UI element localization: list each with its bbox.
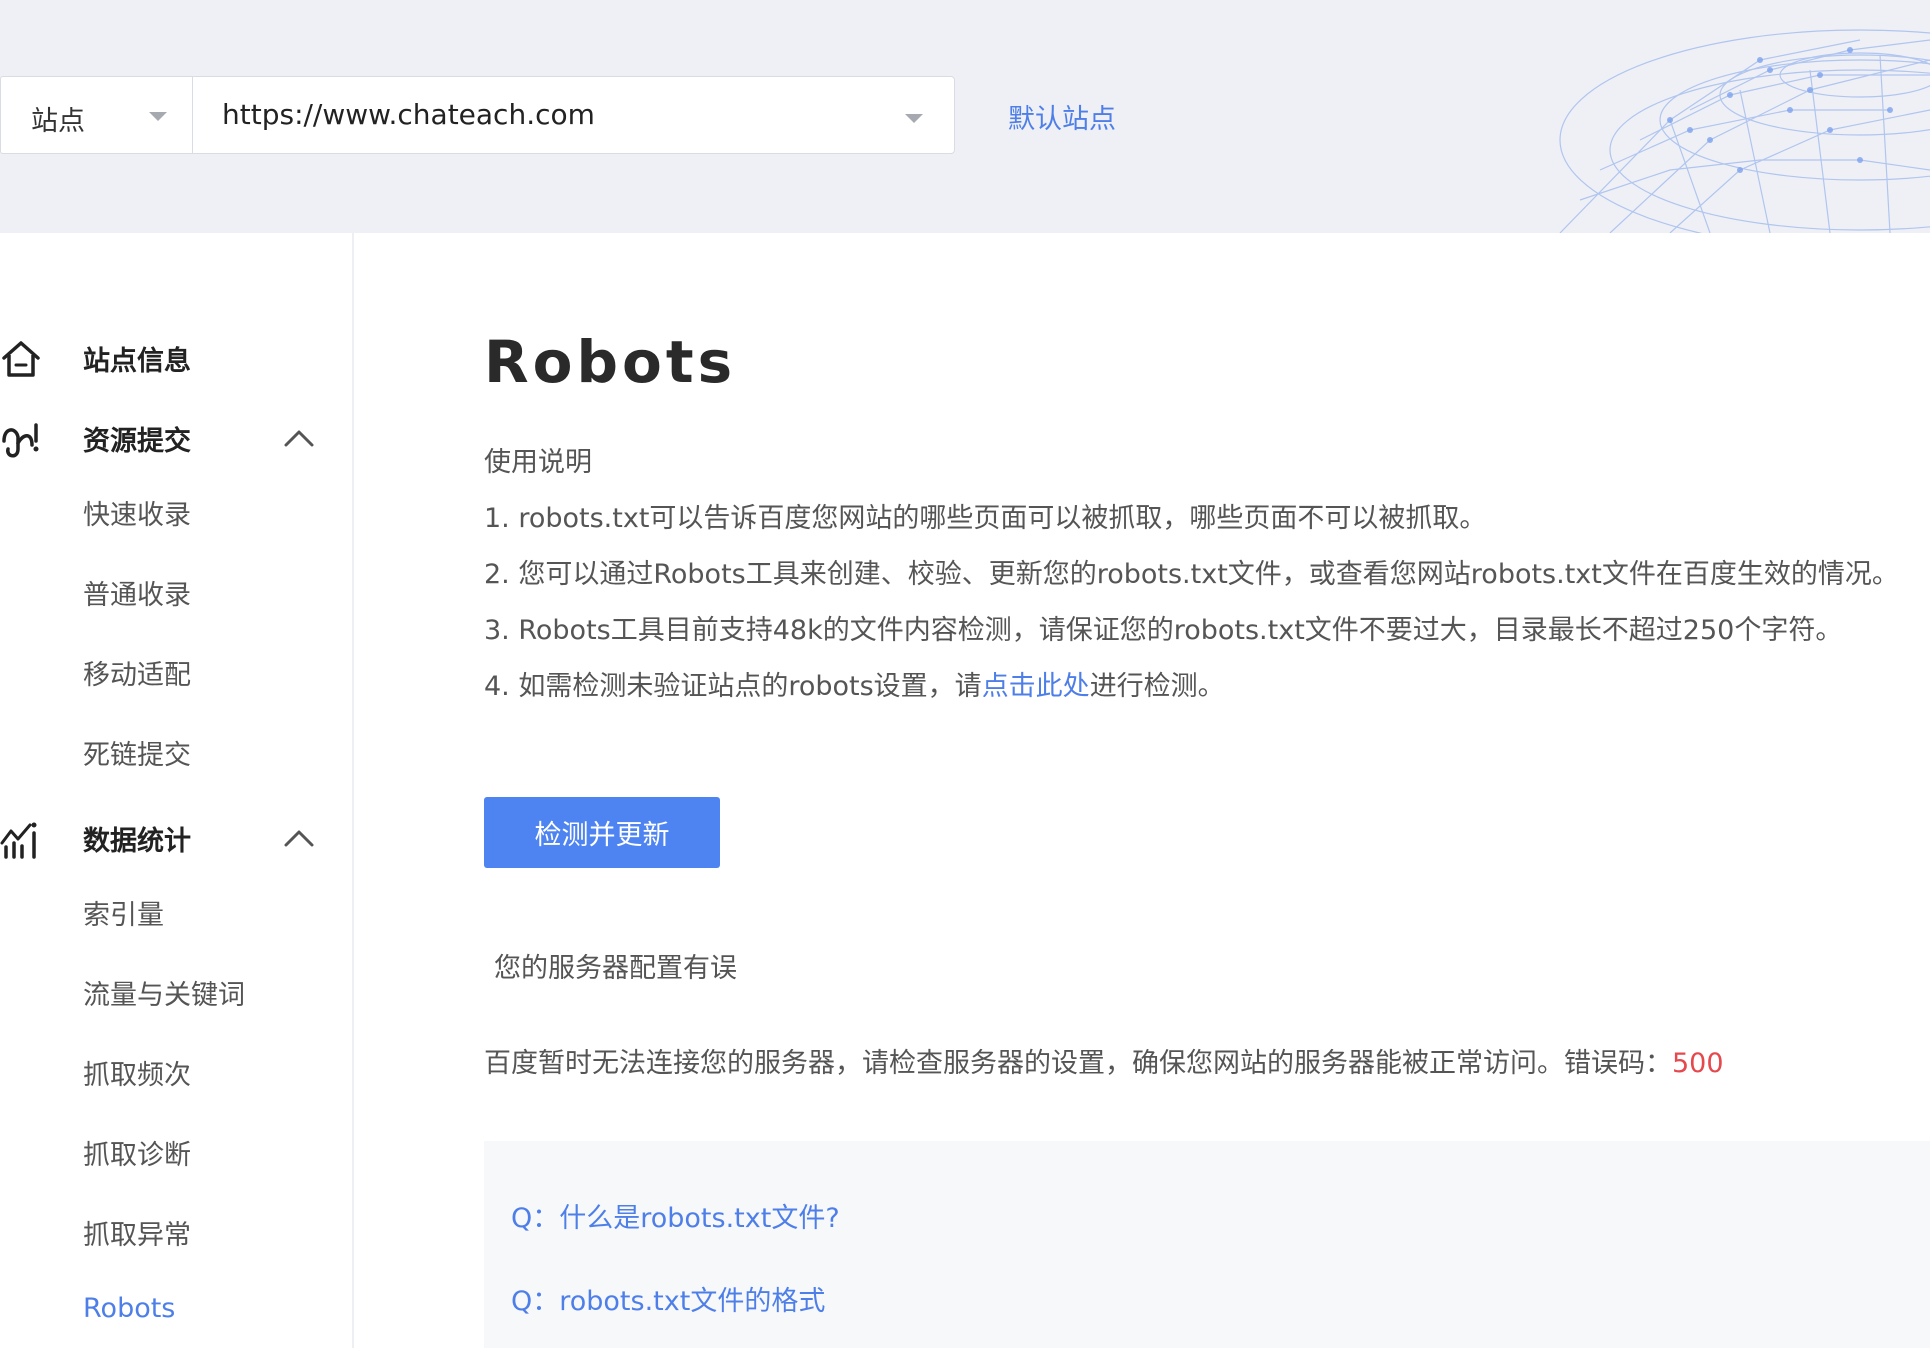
sidebar-group-resource-submit[interactable]: 资源提交 bbox=[0, 407, 352, 467]
instruction-line: 3. Robots工具目前支持48k的文件内容检测，请保证您的robots.tx… bbox=[484, 615, 1843, 646]
instruction-line: 1. robots.txt可以告诉百度您网站的哪些页面可以被抓取，哪些页面不可以… bbox=[484, 503, 1487, 534]
sidebar-group-label: 数据统计 bbox=[83, 826, 191, 857]
instruction-4-suffix: 进行检测。 bbox=[1089, 671, 1225, 702]
chevron-down-icon bbox=[905, 114, 923, 123]
instructions-heading: 使用说明 bbox=[484, 447, 592, 478]
site-url-select[interactable]: https://www.chateach.com bbox=[192, 76, 955, 154]
site-type-select[interactable]: 站点 bbox=[0, 76, 192, 154]
error-code: 500 bbox=[1672, 1048, 1724, 1079]
chart-icon bbox=[0, 822, 37, 859]
result-title: 您的服务器配置有误 bbox=[494, 953, 737, 984]
chevron-down-icon bbox=[149, 112, 167, 121]
sidebar-group-label: 站点信息 bbox=[83, 346, 191, 377]
faq-question-link[interactable]: Q：什么是robots.txt文件? bbox=[511, 1196, 840, 1235]
sidebar-item-index-volume[interactable]: 索引量 bbox=[83, 893, 164, 932]
faq-question-link[interactable]: Q：robots.txt文件的格式 bbox=[511, 1279, 825, 1318]
chevron-up-icon[interactable] bbox=[283, 827, 315, 849]
site-type-label: 站点 bbox=[31, 106, 85, 137]
sidebar-group-data-stats[interactable]: 数据统计 bbox=[0, 807, 352, 867]
faq-panel: Q：什么是robots.txt文件? Q：robots.txt文件的格式 bbox=[484, 1141, 1930, 1348]
sidebar-item-robots[interactable]: Robots bbox=[83, 1293, 175, 1324]
sidebar: 站点信息 资源提交 快速收录 普通收录 移动适配 死链提交 数据统计 索引量 流… bbox=[0, 233, 354, 1348]
sidebar-item-crawl-frequency[interactable]: 抓取频次 bbox=[83, 1053, 191, 1092]
result-description-text: 百度暂时无法连接您的服务器，请检查服务器的设置，确保您网站的服务器能被正常访问。… bbox=[484, 1048, 1672, 1079]
check-and-update-button[interactable]: 检测并更新 bbox=[484, 797, 720, 868]
submit-icon bbox=[2, 423, 39, 458]
page-title: Robots bbox=[484, 328, 737, 396]
click-here-link[interactable]: 点击此处 bbox=[982, 671, 1090, 702]
instruction-4-prefix: 4. 如需检测未验证站点的robots设置，请 bbox=[484, 671, 982, 702]
sidebar-item-crawl-diagnosis[interactable]: 抓取诊断 bbox=[83, 1133, 191, 1172]
chevron-up-icon[interactable] bbox=[283, 427, 315, 449]
site-url-value: https://www.chateach.com bbox=[222, 98, 595, 131]
instruction-line: 4. 如需检测未验证站点的robots设置，请点击此处进行检测。 bbox=[484, 664, 1225, 703]
instruction-line: 2. 您可以通过Robots工具来创建、校验、更新您的robots.txt文件，… bbox=[484, 559, 1899, 590]
top-header: 站点 https://www.chateach.com 默认站点 bbox=[0, 0, 1930, 233]
sidebar-group-site-info[interactable]: 站点信息 bbox=[0, 327, 352, 387]
home-icon bbox=[2, 341, 40, 377]
sidebar-item-normal-index[interactable]: 普通收录 bbox=[83, 573, 191, 612]
sidebar-item-dead-link[interactable]: 死链提交 bbox=[83, 733, 191, 772]
sidebar-item-mobile-adapt[interactable]: 移动适配 bbox=[83, 653, 191, 692]
result-description: 百度暂时无法连接您的服务器，请检查服务器的设置，确保您网站的服务器能被正常访问。… bbox=[484, 1041, 1724, 1080]
sidebar-group-label: 资源提交 bbox=[83, 426, 191, 457]
globe-decoration bbox=[1559, 29, 1930, 233]
main-content: Robots 使用说明 1. robots.txt可以告诉百度您网站的哪些页面可… bbox=[354, 233, 1930, 1348]
sidebar-item-crawl-errors[interactable]: 抓取异常 bbox=[83, 1213, 191, 1252]
default-site-link[interactable]: 默认站点 bbox=[1008, 97, 1116, 136]
sidebar-item-fast-index[interactable]: 快速收录 bbox=[83, 493, 191, 532]
sidebar-item-traffic-keywords[interactable]: 流量与关键词 bbox=[83, 973, 245, 1012]
